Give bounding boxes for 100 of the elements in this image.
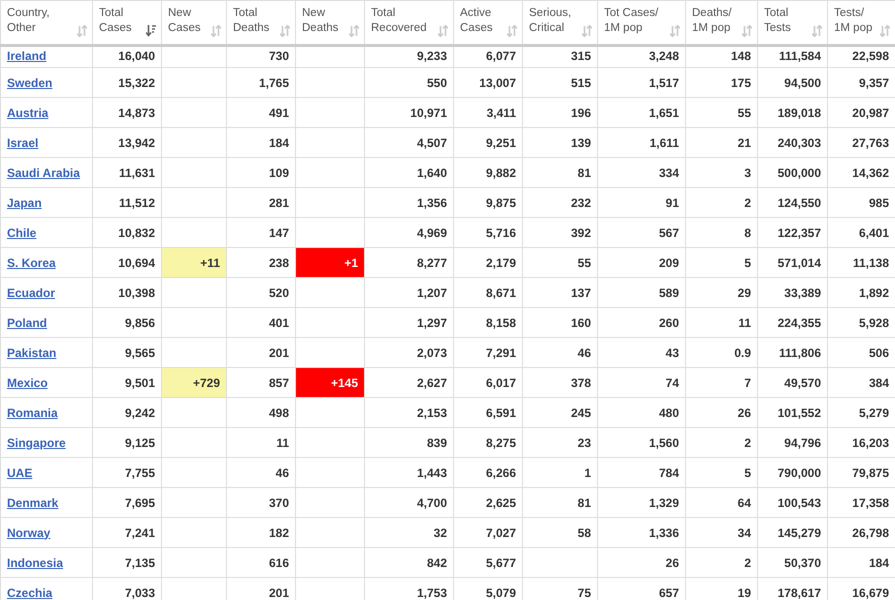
table-cell: 175 (686, 68, 758, 98)
table-cell: 9,856 (92, 308, 162, 338)
table-cell: 2,625 (454, 488, 522, 518)
column-header[interactable]: Total Deaths (226, 0, 296, 46)
table-cell: 109 (226, 158, 296, 188)
table-cell: 784 (598, 458, 686, 488)
table-cell: 8 (686, 218, 758, 248)
column-header[interactable]: Serious, Critical (522, 0, 598, 46)
table-cell: 7,135 (92, 548, 162, 578)
table-cell: 515 (522, 68, 598, 98)
table-cell: 11,631 (92, 158, 162, 188)
table-cell: 1,297 (364, 308, 454, 338)
table-cell: 1,329 (598, 488, 686, 518)
table-cell: 5 (686, 248, 758, 278)
table-cell: 839 (364, 428, 454, 458)
table-cell: 1,336 (598, 518, 686, 548)
column-header[interactable]: Deaths/ 1M pop (686, 0, 758, 46)
table-cell: 7,695 (92, 488, 162, 518)
table-cell: 5,677 (454, 548, 522, 578)
table-cell: +145 (296, 368, 364, 398)
table-cell: 13,942 (92, 128, 162, 158)
table-cell: 9,242 (92, 398, 162, 428)
table-cell: 74 (598, 368, 686, 398)
table-cell: 1,517 (598, 68, 686, 98)
column-header[interactable]: Total Tests (758, 0, 828, 46)
table-cell: 1,765 (226, 68, 296, 98)
table-cell: 9,233 (364, 46, 454, 68)
table-cell: 26 (686, 398, 758, 428)
table-cell: 196 (522, 98, 598, 128)
column-header[interactable]: Active Cases (454, 0, 522, 46)
table-cell: 10,971 (364, 98, 454, 128)
table-cell: 498 (226, 398, 296, 428)
table-cell: 3,411 (454, 98, 522, 128)
table-cell: 49,570 (758, 368, 828, 398)
column-header[interactable]: Total Recovered (364, 0, 454, 46)
table-cell: 0.9 (686, 338, 758, 368)
table-cell: 111,584 (758, 46, 828, 68)
table-cell: 3 (686, 158, 758, 188)
table-cell: 58 (522, 518, 598, 548)
table-cell: 2 (686, 428, 758, 458)
table-cell: 3,248 (598, 46, 686, 68)
table-cell: 5,716 (454, 218, 522, 248)
table-cell: 111,806 (758, 338, 828, 368)
table-cell: 224,355 (758, 308, 828, 338)
table-cell: 491 (226, 98, 296, 128)
table-cell: 91 (598, 188, 686, 218)
country-link[interactable]: Chile (7, 226, 36, 240)
table-cell: 55 (522, 248, 598, 278)
table-cell: 10,832 (92, 218, 162, 248)
table-cell: 6,017 (454, 368, 522, 398)
table-cell: 334 (598, 158, 686, 188)
table-cell: 1,651 (598, 98, 686, 128)
country-link[interactable]: UAE (7, 466, 32, 480)
sort-icon[interactable] (146, 25, 156, 37)
table-cell: 6,266 (454, 458, 522, 488)
table-cell: 122,357 (758, 218, 828, 248)
table-cell: 392 (522, 218, 598, 248)
table-cell: 281 (226, 188, 296, 218)
table-cell: 26 (598, 548, 686, 578)
table-cell: 147 (226, 218, 296, 248)
table-cell: 11 (226, 428, 296, 458)
table-cell: 33,389 (758, 278, 828, 308)
table-cell: 189,018 (758, 98, 828, 128)
table-cell: 13,007 (454, 68, 522, 98)
table-cell: 9,882 (454, 158, 522, 188)
table-cell: 2 (686, 548, 758, 578)
table-cell: 43 (598, 338, 686, 368)
country-link[interactable]: Israel (7, 136, 38, 150)
table-cell: 589 (598, 278, 686, 308)
table-cell: 1,356 (364, 188, 454, 218)
table-cell: 2 (686, 188, 758, 218)
table-cell: 16,040 (92, 46, 162, 68)
table-cell: 29 (686, 278, 758, 308)
table-cell: 790,000 (758, 458, 828, 488)
table-cell: 8,275 (454, 428, 522, 458)
table-cell: 260 (598, 308, 686, 338)
table-cell: 10,398 (92, 278, 162, 308)
country-link[interactable]: Japan (7, 196, 42, 210)
column-header[interactable]: Country, Other (0, 0, 92, 46)
table-cell: 7,027 (454, 518, 522, 548)
table-cell: 101,552 (758, 398, 828, 428)
column-header[interactable]: Tests/ 1M pop (828, 0, 895, 46)
column-header[interactable]: Total Cases (92, 0, 162, 46)
table-cell: 46 (522, 338, 598, 368)
table-cell: 182 (226, 518, 296, 548)
column-header[interactable]: Tot Cases/ 1M pop (598, 0, 686, 46)
table-cell: 55 (686, 98, 758, 128)
table-cell: 14,873 (92, 98, 162, 128)
table-cell: 7,755 (92, 458, 162, 488)
table-cell: 240,303 (758, 128, 828, 158)
table-cell: 23 (522, 428, 598, 458)
table-cell: 7 (686, 368, 758, 398)
table-cell: 1,611 (598, 128, 686, 158)
table-cell: 2,627 (364, 368, 454, 398)
table-cell: 32 (364, 518, 454, 548)
column-header[interactable]: New Deaths (296, 0, 364, 46)
column-header[interactable]: New Cases (162, 0, 226, 46)
table-cell: 842 (364, 548, 454, 578)
table-cell: 11,512 (92, 188, 162, 218)
table-cell: 94,796 (758, 428, 828, 458)
